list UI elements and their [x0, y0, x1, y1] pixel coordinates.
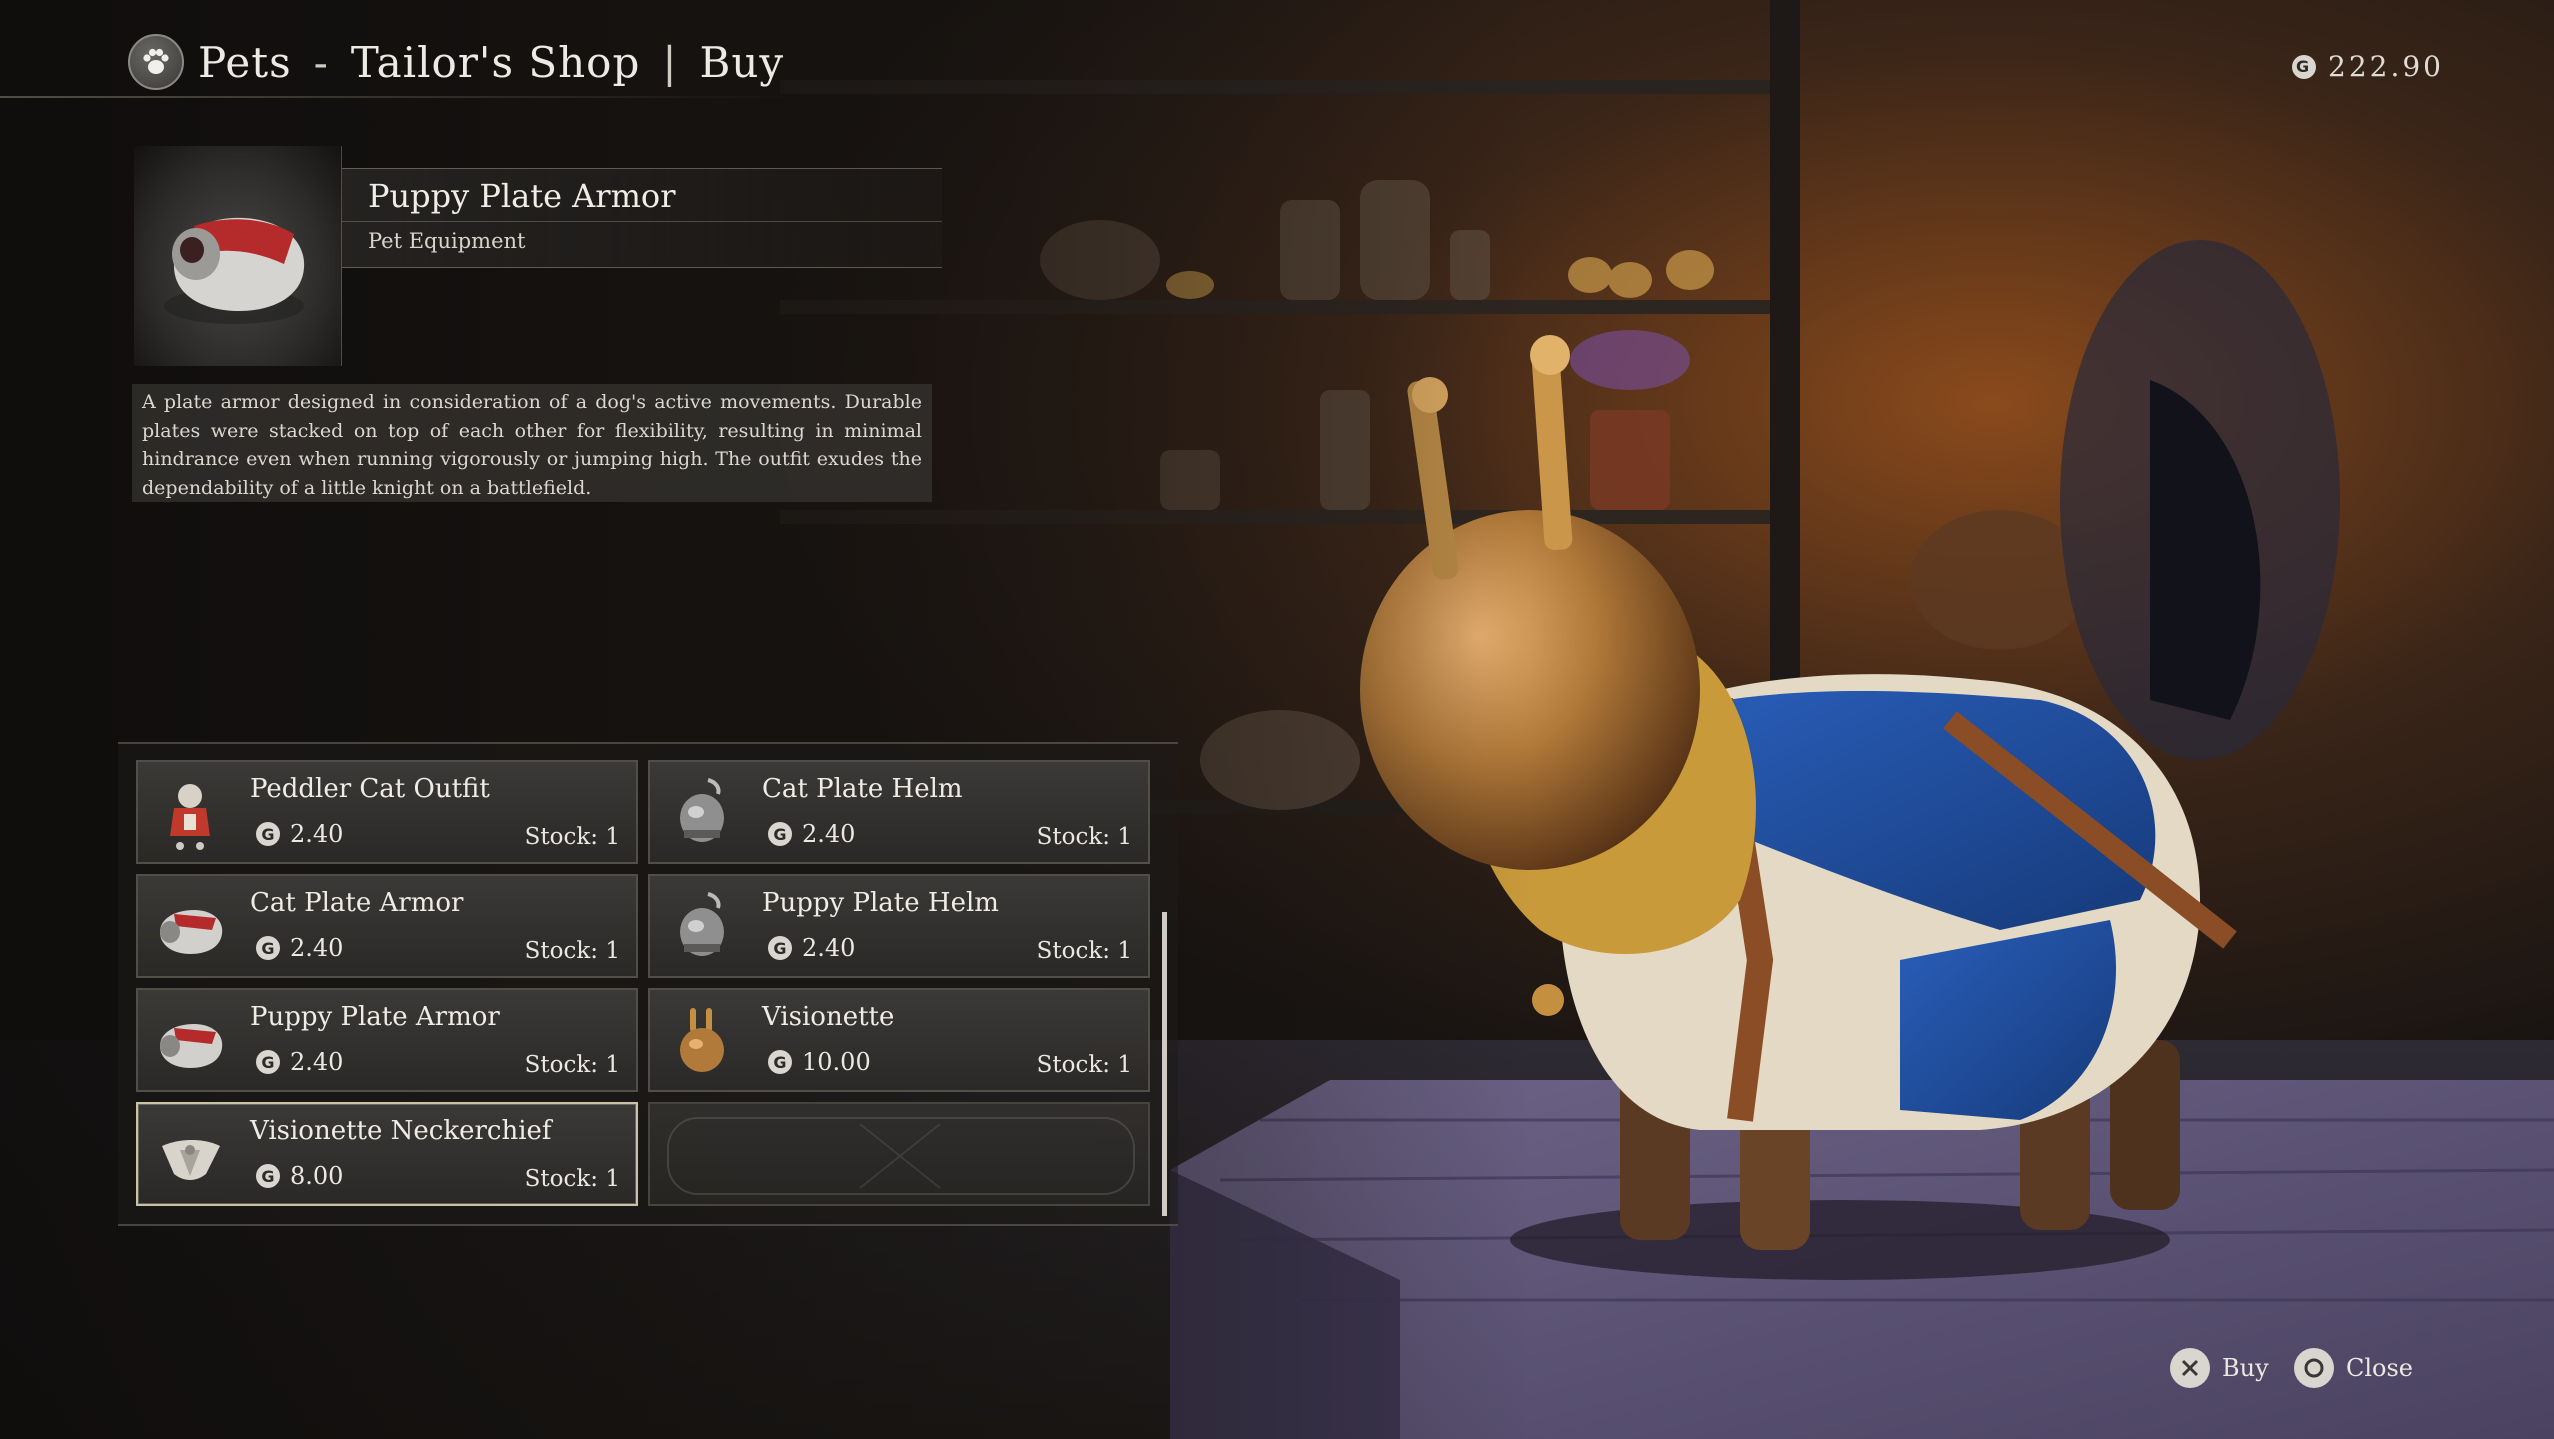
buy-label: Buy [2222, 1354, 2269, 1382]
header: Pets - Tailor's Shop | Buy [128, 30, 784, 94]
detail-item-image [134, 146, 342, 366]
item-stock: Stock: 1 [1036, 938, 1132, 964]
breadcrumb-divider: | [662, 37, 678, 87]
item-price-value: 2.40 [290, 820, 344, 848]
item-stock: Stock: 1 [524, 1052, 620, 1078]
peddler-cat-outfit-icon [170, 784, 210, 850]
shop-item-cat-plate-armor[interactable]: Cat Plate Armor G 2.40 Stock: 1 [136, 874, 638, 978]
gil-coin-icon: G [768, 1050, 792, 1074]
currency-display: G 222.90 [2292, 50, 2444, 83]
empty-item-slot [648, 1102, 1150, 1206]
item-price: G 2.40 [256, 820, 343, 848]
item-stock: Stock: 1 [524, 1166, 620, 1192]
page-title: Pets - Tailor's Shop | Buy [198, 38, 784, 87]
breadcrumb-dash: - [313, 37, 329, 87]
gil-coin-icon: G [256, 822, 280, 846]
item-price: G 8.00 [256, 1162, 343, 1190]
shop-item-visionette[interactable]: Visionette G 10.00 Stock: 1 [648, 988, 1150, 1092]
visionette-icon [680, 1008, 724, 1072]
shop-item-puppy-plate-helm[interactable]: Puppy Plate Helm G 2.40 Stock: 1 [648, 874, 1150, 978]
item-name: Cat Plate Armor [250, 888, 464, 918]
shop-item-cat-plate-helm[interactable]: Cat Plate Helm G 2.40 Stock: 1 [648, 760, 1150, 864]
breadcrumb-mode: Buy [699, 37, 785, 87]
detail-divider [342, 221, 942, 222]
gil-coin-icon: G [256, 936, 280, 960]
close-label: Close [2346, 1354, 2414, 1382]
gil-coin-icon: G [2292, 54, 2317, 79]
buy-prompt[interactable]: Buy [2170, 1348, 2269, 1388]
item-price-value: 8.00 [290, 1162, 344, 1190]
empty-slot-pattern [667, 1117, 1135, 1195]
item-price: G 2.40 [768, 934, 855, 962]
item-price: G 2.40 [256, 934, 343, 962]
item-name: Puppy Plate Helm [762, 888, 999, 918]
plate-armor-icon [160, 1024, 223, 1068]
gil-coin-icon: G [768, 822, 792, 846]
item-stock: Stock: 1 [524, 938, 620, 964]
item-stock: Stock: 1 [524, 824, 620, 850]
item-name: Peddler Cat Outfit [250, 774, 490, 804]
item-price: G 2.40 [256, 1048, 343, 1076]
breadcrumb-section: Pets [198, 37, 292, 87]
item-price-value: 2.40 [290, 934, 344, 962]
detail-header: Puppy Plate Armor Pet Equipment [342, 168, 942, 268]
item-price-value: 2.40 [802, 820, 856, 848]
item-price: G 2.40 [768, 820, 855, 848]
item-price-value: 2.40 [802, 934, 856, 962]
item-name: Visionette [762, 1002, 895, 1032]
item-price-value: 2.40 [290, 1048, 344, 1076]
paw-icon [128, 34, 184, 90]
plate-armor-icon [160, 910, 223, 954]
helm-icon [680, 892, 724, 956]
shop-item-peddler-cat-outfit[interactable]: Peddler Cat Outfit G 2.40 Stock: 1 [136, 760, 638, 864]
detail-item-name: Puppy Plate Armor [368, 177, 676, 215]
detail-item-type: Pet Equipment [368, 229, 526, 253]
circle-button-icon [2294, 1348, 2334, 1388]
item-stock: Stock: 1 [1036, 824, 1132, 850]
gil-coin-icon: G [256, 1050, 280, 1074]
close-prompt[interactable]: Close [2294, 1348, 2413, 1388]
item-stock: Stock: 1 [1036, 1052, 1132, 1078]
item-list-scrollbar[interactable] [1162, 912, 1167, 1216]
gil-coin-icon: G [768, 936, 792, 960]
item-description: A plate armor designed in consideration … [132, 384, 932, 502]
header-rule [0, 96, 800, 98]
neckerchief-icon [162, 1140, 220, 1180]
cross-button-icon [2170, 1348, 2210, 1388]
item-name: Visionette Neckerchief [250, 1116, 552, 1146]
helm-icon [680, 778, 724, 842]
item-name: Cat Plate Helm [762, 774, 963, 804]
breadcrumb-shop: Tailor's Shop [350, 37, 641, 87]
shop-item-visionette-neckerchief[interactable]: Visionette Neckerchief G 8.00 Stock: 1 [136, 1102, 638, 1206]
currency-amount: 222.90 [2328, 50, 2444, 83]
shop-item-puppy-plate-armor[interactable]: Puppy Plate Armor G 2.40 Stock: 1 [136, 988, 638, 1092]
item-price-value: 10.00 [802, 1048, 871, 1076]
item-name: Puppy Plate Armor [250, 1002, 500, 1032]
item-price: G 10.00 [768, 1048, 871, 1076]
gil-coin-icon: G [256, 1164, 280, 1188]
